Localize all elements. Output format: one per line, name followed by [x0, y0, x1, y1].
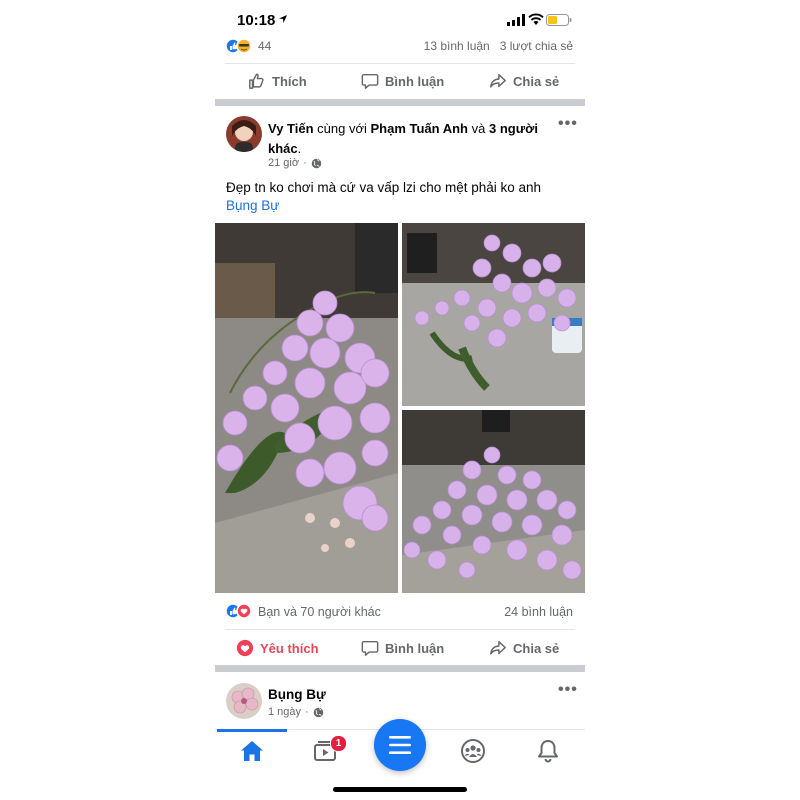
share-button[interactable]: Chia sẻ	[489, 63, 559, 99]
next-post-meta: 1 ngày ·	[268, 706, 324, 718]
share-count[interactable]: 3 lượt chia sẻ	[500, 39, 573, 53]
post-time[interactable]: 21 giờ	[268, 157, 299, 169]
feed-separator	[215, 99, 585, 106]
love-label: Yêu thích	[260, 640, 319, 656]
share-arrow-icon	[490, 640, 506, 655]
reactions-text[interactable]: Bạn và 70 người khác	[258, 605, 381, 619]
comment-count[interactable]: 13 bình luận	[424, 39, 490, 53]
love-reaction-button[interactable]: Yêu thích	[236, 630, 319, 666]
location-arrow-icon	[279, 15, 287, 23]
post-author-line: Vy Tiến cùng với Phạm Tuấn Anh và 3 ngườ…	[268, 119, 553, 159]
avatar-image	[226, 116, 262, 152]
post-body: Đẹp tn ko chơi mà cứ va vấp lzi cho mệt …	[226, 179, 576, 215]
heart-icon	[236, 639, 254, 657]
comment-icon	[361, 640, 379, 656]
share-label: Chia sẻ	[513, 640, 560, 656]
comment-button[interactable]: Bình luận	[361, 630, 444, 666]
globe-icon	[313, 707, 323, 717]
like-label: Thích	[272, 73, 307, 89]
comment-label: Bình luận	[385, 73, 445, 89]
home-indicator	[333, 787, 467, 792]
orchid-photo-1	[215, 223, 398, 593]
comments-shares[interactable]: 13 bình luận 3 lượt chia sẻ	[424, 39, 573, 53]
comment-icon	[361, 73, 379, 89]
post-meta: 21 giờ ·	[268, 157, 322, 169]
previous-post-stats: 44 13 bình luận 3 lượt chia sẻ	[215, 36, 585, 56]
groups-tab[interactable]	[460, 738, 486, 764]
comment-button[interactable]: Bình luận	[361, 63, 444, 99]
meta-separator: ·	[305, 706, 309, 718]
orchid-photo-3	[402, 410, 585, 593]
like-button[interactable]: Thích	[248, 63, 307, 99]
video-tab[interactable]: 1	[312, 735, 347, 764]
share-button[interactable]: Chia sẻ	[489, 630, 559, 666]
next-post-author[interactable]: Bụng Bự	[268, 687, 326, 702]
post-actions: Yêu thích Bình luận Chia sẻ	[215, 630, 585, 666]
avatar-image	[226, 683, 262, 719]
feed-separator	[215, 665, 585, 672]
globe-icon	[311, 158, 322, 168]
author-avatar[interactable]	[226, 116, 262, 152]
status-time: 10:18	[237, 12, 276, 29]
post-photo-2[interactable]	[402, 223, 585, 406]
groups-icon	[461, 739, 485, 763]
thumbs-up-icon	[249, 73, 264, 89]
post-photo-3[interactable]	[402, 410, 585, 593]
orchid-photo-2	[402, 223, 585, 406]
active-tab-indicator	[217, 729, 287, 732]
next-post-time[interactable]: 1 ngày	[268, 706, 301, 718]
post-stats: Bạn và 70 người khác 24 bình luận	[215, 602, 585, 622]
reaction-icons[interactable]	[225, 38, 255, 54]
bell-icon	[538, 740, 558, 763]
menu-button[interactable]	[374, 719, 426, 771]
next-author-avatar[interactable]	[226, 683, 262, 719]
reaction-count[interactable]: 44	[258, 39, 271, 53]
meta-separator: ·	[303, 157, 307, 169]
period: .	[297, 141, 302, 156]
post-photo-1[interactable]	[215, 223, 398, 593]
comment-count[interactable]: 24 bình luận	[504, 605, 573, 619]
wifi-icon	[528, 13, 544, 25]
and-text: và	[471, 121, 486, 136]
post-text: Đẹp tn ko chơi mà cứ va vấp lzi cho mệt …	[226, 180, 542, 195]
post-more-options-button[interactable]: •••	[558, 115, 578, 133]
next-post-more-options-button[interactable]: •••	[558, 681, 578, 699]
status-bar: 10:18	[215, 0, 585, 40]
tagged-person[interactable]: Phạm Tuấn Anh	[371, 121, 469, 136]
menu-icon	[389, 736, 411, 754]
facebook-app-screen: 10:18 44 13 bình luận 3 lượt chia sẻ Thí…	[215, 0, 585, 800]
notifications-tab[interactable]	[535, 738, 561, 764]
author-name[interactable]: Vy Tiến	[268, 121, 314, 136]
home-tab[interactable]	[239, 738, 265, 764]
with-text: cùng với	[317, 121, 367, 136]
cellular-signal-icon	[507, 14, 525, 26]
comment-label: Bình luận	[385, 640, 445, 656]
share-label: Chia sẻ	[513, 73, 560, 89]
video-notification-badge: 1	[330, 735, 347, 752]
reaction-icons[interactable]	[225, 603, 255, 619]
share-arrow-icon	[490, 73, 506, 88]
battery-icon	[546, 14, 572, 26]
home-icon	[241, 741, 263, 761]
previous-post-actions: Thích Bình luận Chia sẻ	[215, 63, 585, 99]
tagged-page-link[interactable]: Bụng Bự	[226, 197, 576, 215]
